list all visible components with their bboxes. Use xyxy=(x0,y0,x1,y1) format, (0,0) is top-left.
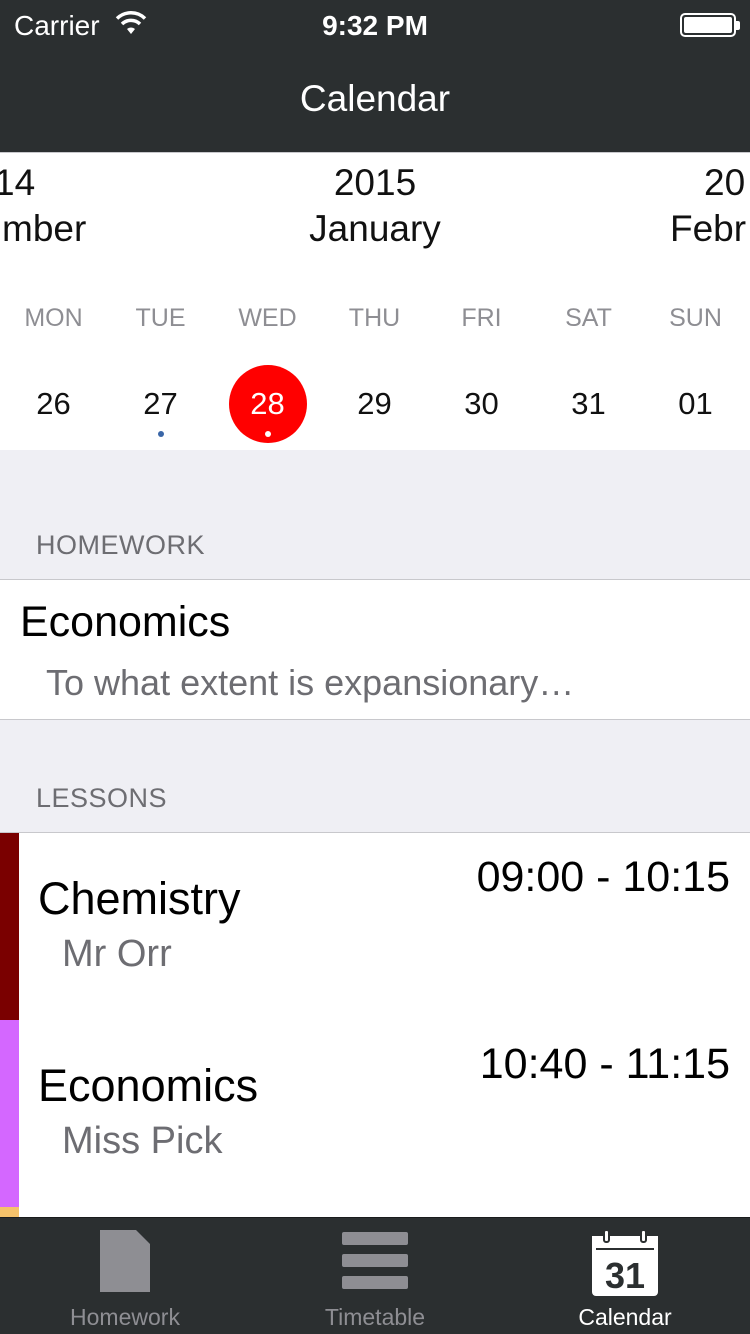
day-number: 01 xyxy=(678,386,713,421)
month-year: 20 xyxy=(704,162,746,203)
lesson-color-bar xyxy=(0,833,19,1021)
calendar-icon: 31 xyxy=(592,1230,658,1296)
lesson-row-partial xyxy=(0,1207,750,1217)
month-next[interactable]: 20 Febr xyxy=(670,161,750,253)
month-year: 14 xyxy=(0,162,36,203)
lesson-subject: Economics xyxy=(38,1060,259,1111)
month-name: Febr xyxy=(670,208,747,249)
lesson-row[interactable]: Chemistry Mr Orr 09:00 - 10:15 xyxy=(0,833,750,1021)
day-cell[interactable]: 30 xyxy=(428,386,535,446)
day-cell[interactable]: 31 xyxy=(535,386,642,446)
lesson-teacher: Miss Pick xyxy=(62,1120,223,1162)
week-strip: MON TUE WED THU FRI SAT SUN 26 27 28 29 … xyxy=(0,262,750,450)
tab-bar: Homework Timetable 31 Calendar xyxy=(0,1217,750,1334)
weekday-label: FRI xyxy=(461,304,502,332)
day-number: 26 xyxy=(36,386,71,421)
month-scroller[interactable]: 14 mber 2015 January 20 Febr xyxy=(0,152,750,262)
lesson-row[interactable]: Economics Miss Pick 10:40 - 11:15 xyxy=(0,1020,750,1208)
day-cell[interactable]: 28 xyxy=(214,365,321,446)
month-year: 2015 xyxy=(333,162,417,203)
day-cell[interactable]: 29 xyxy=(321,386,428,446)
tab-timetable[interactable]: Timetable xyxy=(250,1218,500,1334)
homework-section-header: HOMEWORK xyxy=(36,530,205,560)
status-time: 9:32 PM xyxy=(322,10,428,41)
lesson-time: 10:40 - 11:15 xyxy=(479,1040,730,1088)
top-bar: Carrier 9:32 PM Calendar xyxy=(0,0,750,152)
day-cell[interactable]: 01 xyxy=(642,386,749,446)
lesson-color-bar xyxy=(0,1020,19,1208)
month-name: mber xyxy=(2,208,87,249)
lessons-section-header: LESSONS xyxy=(36,783,168,813)
day-number: 27 xyxy=(122,365,200,443)
month-previous[interactable]: 14 mber xyxy=(0,161,114,253)
lesson-subject: Chemistry xyxy=(38,873,241,924)
battery-icon xyxy=(680,13,740,37)
tab-calendar[interactable]: 31 Calendar xyxy=(500,1218,750,1334)
month-current[interactable]: 2015 January xyxy=(225,161,525,253)
tab-label: Calendar xyxy=(578,1304,672,1330)
event-dot xyxy=(264,431,271,437)
weekday-label: MON xyxy=(24,304,83,332)
tab-homework[interactable]: Homework xyxy=(0,1218,250,1334)
homework-description: To what extent is expansionary… xyxy=(46,662,575,703)
day-number: 31 xyxy=(571,386,606,421)
document-icon xyxy=(100,1230,150,1292)
list-icon xyxy=(342,1232,408,1289)
weekday-label: WED xyxy=(238,304,297,332)
weekday-label: SUN xyxy=(669,304,722,332)
month-name: January xyxy=(309,208,441,249)
day-number: 28 xyxy=(228,365,307,443)
weekday-label: TUE xyxy=(135,304,186,332)
status-bar: Carrier 9:32 PM xyxy=(0,0,750,50)
day-cell[interactable]: 27 xyxy=(107,386,214,446)
weekday-label: SAT xyxy=(565,304,612,332)
lesson-color-bar xyxy=(0,1207,19,1217)
tab-label: Timetable xyxy=(324,1304,426,1330)
weekday-label: THU xyxy=(348,304,401,332)
event-dot xyxy=(157,431,164,437)
homework-subject: Economics xyxy=(20,598,231,646)
day-number: 29 xyxy=(357,386,392,421)
page-title: Calendar xyxy=(299,78,451,119)
tab-label: Homework xyxy=(70,1304,180,1330)
lesson-teacher: Mr Orr xyxy=(62,933,172,975)
lesson-time: 09:00 - 10:15 xyxy=(476,853,730,901)
calendar-icon-text: 31 xyxy=(605,1255,645,1296)
day-cell[interactable]: 26 xyxy=(0,386,107,446)
day-number: 30 xyxy=(464,386,499,421)
homework-item[interactable]: Economics To what extent is expansionary… xyxy=(0,579,750,720)
